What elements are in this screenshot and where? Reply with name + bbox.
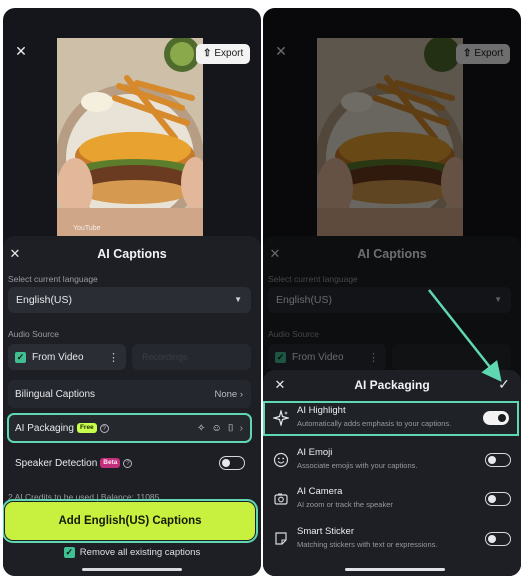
export-icon: ⇧: [463, 48, 472, 59]
audio-source-value: From Video: [32, 351, 84, 363]
audio-source-value: From Video: [292, 351, 344, 363]
watermark: YouTube: [73, 225, 101, 232]
check-icon: ✓: [15, 351, 26, 363]
chevron-right-icon: ›: [239, 422, 243, 434]
audio-source-recordings[interactable]: Recordings: [132, 344, 251, 370]
audio-source-from-video[interactable]: ✓ From Video ⋮: [268, 344, 386, 370]
export-button[interactable]: ⇧ Export: [196, 44, 251, 64]
ai-packaging-label: AI Packaging: [15, 422, 74, 434]
language-value: English(US): [16, 294, 73, 306]
remove-captions-option[interactable]: ✓ Remove all existing captions: [3, 547, 261, 558]
emoji-icon: ☺: [211, 422, 222, 434]
speaker-detection-toggle[interactable]: [219, 456, 245, 470]
check-icon: ✓: [275, 351, 286, 363]
check-icon: ✓: [63, 547, 75, 558]
home-indicator: [82, 568, 182, 571]
more-icon[interactable]: ⋮: [368, 351, 379, 364]
sparkle-icon: ✧: [197, 422, 206, 434]
home-indicator: [345, 568, 445, 571]
right-screen: ✕ ⇧ Export ✕ AI Captions Select current …: [263, 8, 521, 576]
feature-ai-camera[interactable]: AI Camera AI zoom or track the speaker: [263, 482, 521, 517]
audio-source-secondary: Recordings: [142, 352, 188, 362]
language-select[interactable]: English(US) ▼: [268, 287, 511, 313]
audio-source-label: Audio Source: [268, 329, 320, 339]
feature-title: AI Camera: [297, 486, 343, 497]
bilingual-captions-row[interactable]: Bilingual Captions None ›: [8, 380, 251, 408]
ai-highlight-toggle[interactable]: [483, 411, 509, 425]
smart-sticker-toggle[interactable]: [485, 532, 511, 546]
feature-ai-highlight[interactable]: AI Highlight Automatically adds emphasis…: [263, 401, 519, 436]
beta-badge: Beta: [100, 458, 121, 468]
export-label: Export: [214, 48, 244, 59]
feature-title: AI Emoji: [297, 447, 333, 458]
language-label: Select current language: [268, 274, 358, 284]
video-preview: YouTube: [57, 38, 203, 236]
export-icon: ⇧: [203, 48, 212, 59]
caret-down-icon: ▼: [234, 295, 242, 304]
language-select[interactable]: English(US) ▼: [8, 287, 251, 313]
camera-icon: [274, 493, 288, 505]
panel-title: AI Captions: [97, 247, 167, 261]
ai-packaging-row[interactable]: AI Packaging Free ? ✧ ☺ ⌷ ›: [7, 413, 252, 443]
video-preview: [317, 38, 463, 236]
sparkle-icon: [273, 410, 289, 426]
free-badge: Free: [76, 423, 97, 433]
feature-desc: Automatically adds emphasis to your capt…: [297, 419, 452, 428]
left-screen: ✕ YouTube ⇧ Export ✕ AI Captions Select …: [3, 8, 261, 576]
camera-icon: ⌷: [227, 422, 234, 434]
panel-title: AI Captions: [357, 247, 427, 261]
audio-source-from-video[interactable]: ✓ From Video ⋮: [8, 344, 126, 370]
export-label: Export: [474, 48, 504, 59]
emoji-icon: [273, 452, 289, 468]
more-icon[interactable]: ⋮: [108, 351, 119, 364]
audio-source-recordings[interactable]: [392, 344, 511, 370]
help-icon[interactable]: ?: [123, 458, 133, 468]
feature-title: Smart Sticker: [297, 526, 355, 537]
feature-desc: Associate emojis with your captions.: [297, 461, 418, 470]
credits-text: 2 AI Credits to be used | Balance: 11085: [8, 492, 160, 502]
ai-emoji-toggle[interactable]: [485, 453, 511, 467]
check-icon[interactable]: ✓: [496, 376, 512, 392]
help-icon[interactable]: ?: [99, 423, 109, 433]
ai-captions-panel: ✕ AI Captions Select current language En…: [3, 236, 261, 576]
speaker-detection-row[interactable]: Speaker Detection Beta ?: [8, 449, 251, 477]
close-icon[interactable]: ✕: [13, 43, 29, 59]
speaker-detection-label: Speaker Detection: [15, 457, 98, 469]
export-button[interactable]: ⇧ Export: [456, 44, 511, 64]
caret-down-icon: ▼: [494, 295, 502, 304]
feature-smart-sticker[interactable]: Smart Sticker Matching stickers with tex…: [263, 522, 521, 557]
sticker-icon: [275, 532, 287, 545]
ai-camera-toggle[interactable]: [485, 492, 511, 506]
feature-title: AI Highlight: [297, 405, 346, 416]
language-value: English(US): [276, 294, 333, 306]
close-icon[interactable]: ✕: [273, 43, 289, 59]
feature-desc: AI zoom or track the speaker: [297, 500, 393, 509]
sheet-title: AI Packaging: [354, 378, 430, 392]
bilingual-value: None ›: [214, 388, 243, 400]
audio-source-label: Audio Source: [8, 329, 60, 339]
feature-desc: Matching stickers with text or expressio…: [297, 540, 438, 549]
ai-packaging-sheet: ✕ AI Packaging ✓ AI Highlight Automatica…: [263, 370, 521, 576]
bilingual-label: Bilingual Captions: [15, 388, 96, 400]
feature-ai-emoji[interactable]: AI Emoji Associate emojis with your capt…: [263, 443, 521, 478]
add-captions-button[interactable]: Add English(US) Captions: [3, 499, 258, 543]
remove-label: Remove all existing captions: [79, 547, 201, 558]
language-label: Select current language: [8, 274, 98, 284]
